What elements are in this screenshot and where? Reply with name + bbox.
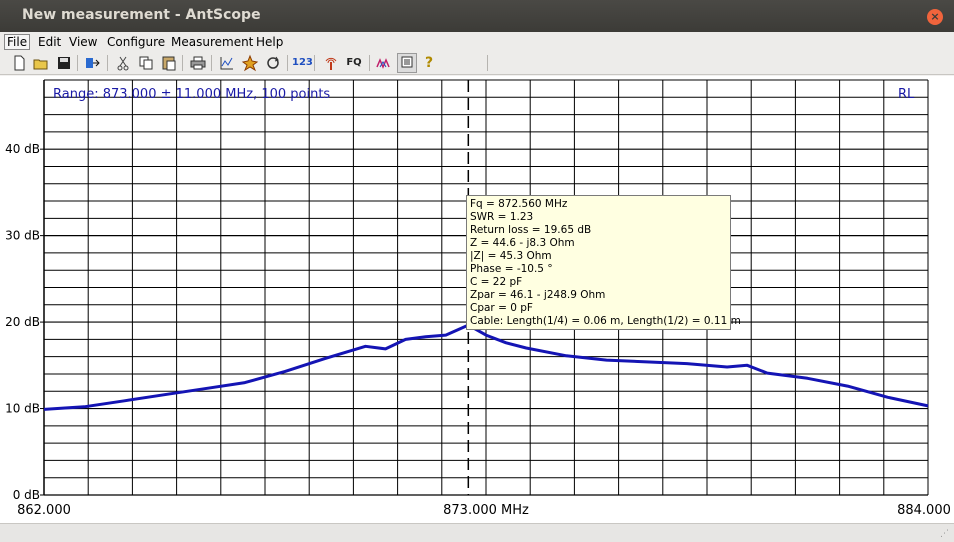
- frequency-icon[interactable]: FQ: [345, 54, 363, 72]
- open-icon[interactable]: [32, 54, 50, 72]
- tooltip-line: Cpar = 0 pF: [470, 302, 533, 314]
- range-text: Range: 873.000 ± 11.000 MHz, 100 points: [53, 87, 330, 102]
- sweep-icon[interactable]: [241, 54, 259, 72]
- close-icon: ×: [930, 10, 940, 23]
- export-icon[interactable]: [84, 54, 102, 72]
- menu-help[interactable]: Help: [256, 35, 283, 49]
- toolbar: 123 FQ ?: [0, 52, 954, 75]
- y-tick-label: 20 dB: [5, 315, 40, 329]
- copy-icon[interactable]: [137, 54, 155, 72]
- tooltip-line: Zpar = 46.1 - j248.9 Ohm: [470, 289, 606, 301]
- paste-icon[interactable]: [160, 54, 178, 72]
- x-tick-label: 862.000: [17, 503, 71, 518]
- menu-file[interactable]: File: [4, 34, 31, 50]
- numeric-icon[interactable]: 123: [292, 54, 313, 72]
- antenna-icon[interactable]: [322, 54, 340, 72]
- print-icon[interactable]: [189, 54, 207, 72]
- x-tick-label: 873.000 MHz: [443, 503, 529, 518]
- tooltip-line: Phase = -10.5 °: [470, 263, 553, 275]
- title-bar[interactable]: New measurement - AntScope ×: [0, 0, 954, 32]
- menu-edit[interactable]: Edit: [38, 35, 61, 49]
- toolbar-separator: [369, 55, 370, 71]
- toolbar-separator: [211, 55, 212, 71]
- cut-icon[interactable]: [114, 54, 132, 72]
- menu-view[interactable]: View: [69, 35, 97, 49]
- help-icon[interactable]: ?: [420, 54, 438, 72]
- toolbar-separator: [314, 55, 315, 71]
- menu-configure[interactable]: Configure: [107, 35, 165, 49]
- app-window: New measurement - AntScope × File Edit V…: [0, 0, 954, 542]
- tooltip-line: Cable: Length(1/4) = 0.06 m, Length(1/2)…: [470, 315, 741, 327]
- plot-area[interactable]: 0 dB 10 dB 20 dB 30 dB 40 dB 862.000 873.000 …: [0, 76, 954, 523]
- notes-icon[interactable]: [397, 53, 417, 73]
- window-title: New measurement - AntScope: [22, 7, 261, 23]
- resize-grip-icon[interactable]: ⋰: [940, 529, 950, 539]
- save-icon[interactable]: [55, 54, 73, 72]
- chart-icon[interactable]: [218, 54, 236, 72]
- tooltip-line: Return loss = 19.65 dB: [470, 224, 592, 236]
- status-bar: ⋰: [0, 523, 954, 542]
- y-tick-label: 10 dB: [5, 402, 40, 416]
- y-tick-label: 0 dB: [13, 488, 40, 502]
- tooltip-line: SWR = 1.23: [470, 211, 534, 223]
- toolbar-separator: [77, 55, 78, 71]
- tooltip-line: |Z| = 45.3 Ohm: [470, 250, 552, 262]
- tooltip-line: Fq = 872.560 MHz: [470, 198, 568, 210]
- tooltip-line: C = 22 pF: [470, 276, 523, 288]
- refresh-icon[interactable]: [264, 54, 282, 72]
- menu-measurement[interactable]: Measurement: [171, 35, 253, 49]
- menu-bar: File Edit View Configure Measurement Hel…: [0, 32, 954, 52]
- toolbar-separator: [182, 55, 183, 71]
- toolbar-separator: [487, 55, 488, 71]
- new-icon[interactable]: [10, 54, 28, 72]
- toolbar-separator: [287, 55, 288, 71]
- x-tick-label: 884.000: [897, 503, 951, 518]
- y-tick-label: 40 dB: [5, 142, 40, 156]
- mode-label: RL: [898, 87, 915, 102]
- y-tick-label: 30 dB: [5, 229, 40, 243]
- toolbar-separator: [107, 55, 108, 71]
- tooltip-line: Z = 44.6 - j8.3 Ohm: [470, 237, 575, 249]
- markers-icon[interactable]: [375, 54, 393, 72]
- close-button[interactable]: ×: [927, 9, 943, 25]
- marker-tooltip: Fq = 872.560 MHz SWR = 1.23 Return loss …: [466, 195, 741, 330]
